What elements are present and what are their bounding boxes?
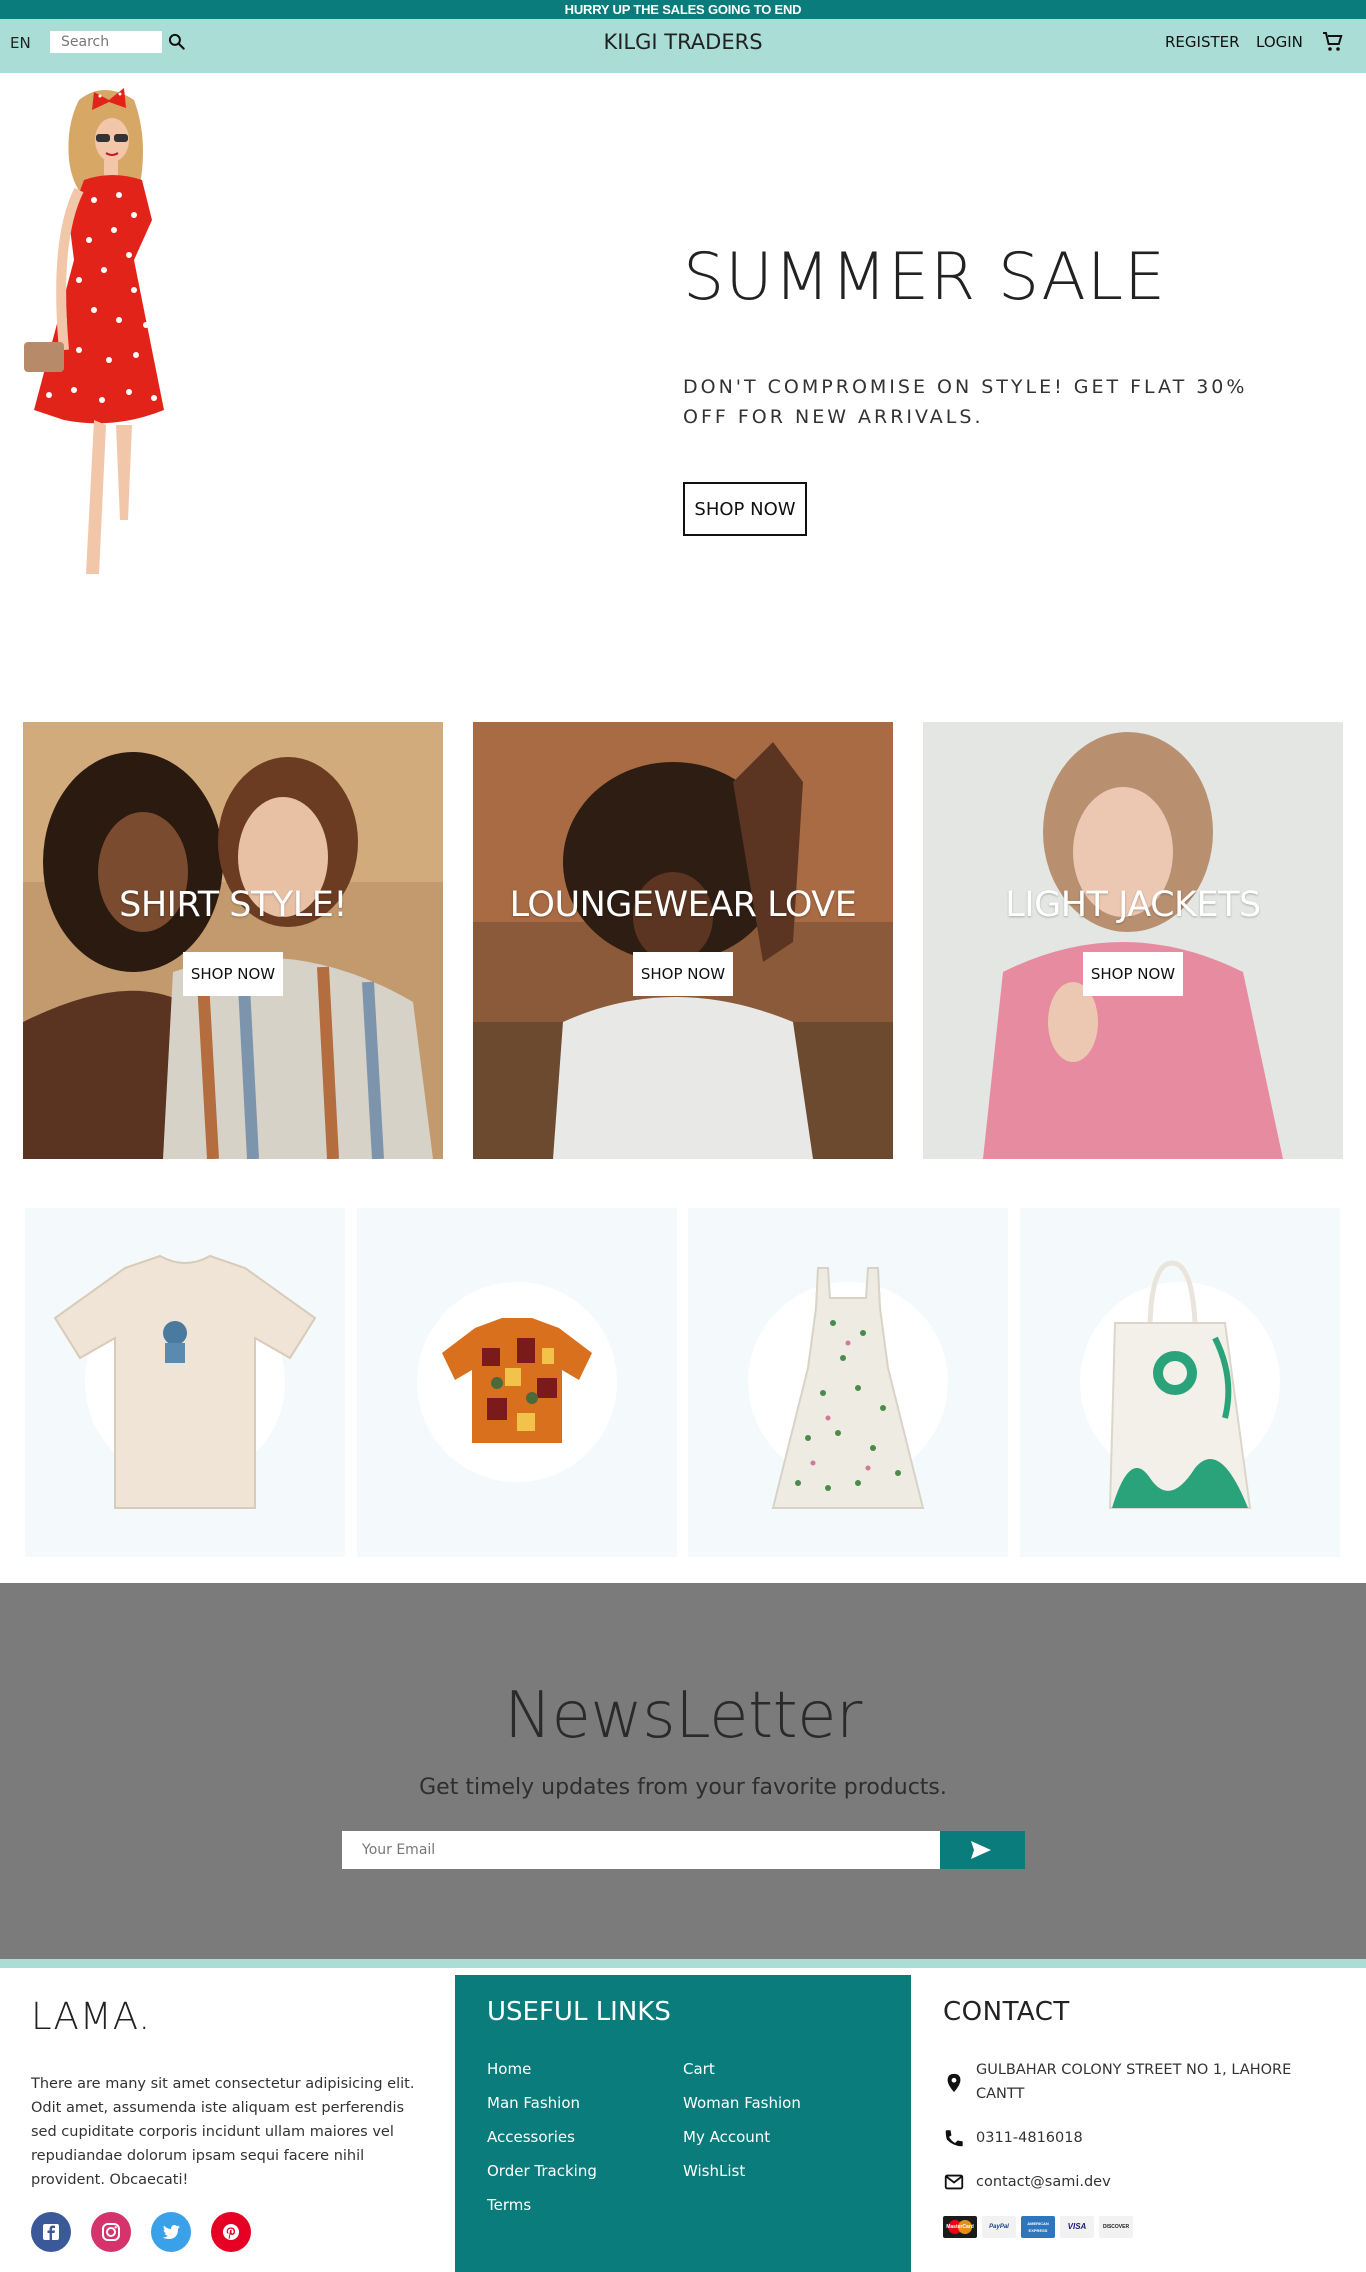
- twitter-icon[interactable]: [151, 2212, 191, 2252]
- newsletter-section: NewsLetter Get timely updates from your …: [0, 1583, 1366, 1959]
- floral-dress-image: [771, 1267, 925, 1509]
- category-shop-now-button-loungewear-love[interactable]: SHOP NOW: [633, 952, 733, 996]
- category-shop-now-button-shirt-style[interactable]: SHOP NOW: [183, 952, 283, 996]
- footer-link-order-tracking[interactable]: Order Tracking: [487, 2162, 597, 2180]
- login-link[interactable]: LOGIN: [1256, 33, 1303, 51]
- footer-logo[interactable]: LAMA.: [31, 1995, 151, 2038]
- contact-email[interactable]: contact@sami.dev: [976, 2170, 1111, 2194]
- tshirt-image: [53, 1254, 317, 1509]
- useful-links-panel: USEFUL LINKS Home Man Fashion Accessorie…: [455, 1975, 911, 2272]
- footer-description: There are many sit amet consectetur adip…: [31, 2076, 415, 2188]
- product-card-printed-shirt[interactable]: [357, 1208, 677, 1557]
- instagram-icon[interactable]: [91, 2212, 131, 2252]
- search-input[interactable]: [50, 31, 162, 53]
- footer-link-woman-fashion[interactable]: Woman Fashion: [683, 2094, 801, 2112]
- search-container: [50, 29, 188, 55]
- mastercard-icon: MasterCard: [943, 2216, 977, 2238]
- contact-phone[interactable]: 0311-4816018: [976, 2126, 1083, 2150]
- brand-logo[interactable]: KILGI TRADERS: [603, 30, 762, 54]
- footer-link-man-fashion[interactable]: Man Fashion: [487, 2094, 580, 2112]
- footer-link-accessories[interactable]: Accessories: [487, 2128, 575, 2146]
- announcement-bar: HURRY UP THE SALES GOING TO END: [0, 0, 1366, 19]
- product-card-tote-bag[interactable]: [1020, 1208, 1340, 1557]
- category-image-loungewear-love: [473, 722, 893, 1159]
- category-card-shirt-style[interactable]: SHIRT STYLE! SHOP NOW: [23, 722, 443, 1159]
- paypal-icon: PayPal: [982, 2216, 1016, 2238]
- pinterest-icon[interactable]: [211, 2212, 251, 2252]
- newsletter-title: NewsLetter: [504, 1679, 862, 1753]
- category-title-light-jackets: LIGHT JACKETS: [1005, 885, 1261, 925]
- discover-icon: DISCOVER: [1099, 2216, 1133, 2238]
- footer-link-cart[interactable]: Cart: [683, 2060, 715, 2078]
- footer-link-my-account[interactable]: My Account: [683, 2128, 770, 2146]
- hero-title: SUMMER SALE: [683, 240, 1167, 315]
- useful-links-title: USEFUL LINKS: [487, 1997, 671, 2027]
- navbar: EN KILGI TRADERS REGISTER LOGIN: [0, 19, 1366, 73]
- american-express-icon: AMERICAN EXPRESS: [1021, 2216, 1055, 2238]
- newsletter-send-button[interactable]: [940, 1831, 1025, 1869]
- category-card-loungewear-love[interactable]: LOUNGEWEAR LOVE SHOP NOW: [473, 722, 893, 1159]
- mail-icon: [944, 2174, 964, 2190]
- footer-link-home[interactable]: Home: [487, 2060, 531, 2078]
- register-link[interactable]: REGISTER: [1165, 33, 1240, 51]
- category-title-loungewear-love: LOUNGEWEAR LOVE: [509, 885, 857, 925]
- footer-divider: [0, 1959, 1366, 1968]
- footer-link-wishlist[interactable]: WishList: [683, 2162, 745, 2180]
- category-image-light-jackets: [923, 722, 1343, 1159]
- printed-shirt-image: [442, 1318, 592, 1443]
- brand-container: KILGI TRADERS: [0, 30, 1366, 54]
- contact-address: GULBAHAR COLONY STREET NO 1, LAHORE CANT…: [976, 2062, 1292, 2102]
- search-icon[interactable]: [167, 32, 187, 52]
- newsletter-email-input[interactable]: [342, 1831, 940, 1869]
- tote-bag-image: [1108, 1260, 1252, 1509]
- footer-link-terms[interactable]: Terms: [487, 2196, 531, 2214]
- location-pin-icon: [947, 2073, 961, 2093]
- hero-description: DON'T COMPROMISE ON STYLE! GET FLAT 30% …: [683, 376, 1248, 428]
- facebook-icon[interactable]: [31, 2212, 71, 2252]
- category-card-light-jackets[interactable]: LIGHT JACKETS SHOP NOW: [923, 722, 1343, 1159]
- visa-icon: VISA: [1060, 2216, 1094, 2238]
- send-icon: [971, 1841, 991, 1859]
- contact-title: CONTACT: [943, 1997, 1070, 2027]
- hero-model-image: [24, 88, 164, 574]
- language-selector[interactable]: EN: [10, 34, 31, 52]
- category-title-shirt-style: SHIRT STYLE!: [119, 885, 347, 925]
- announcement-text: HURRY UP THE SALES GOING TO END: [564, 2, 802, 17]
- product-card-tshirt[interactable]: [25, 1208, 345, 1557]
- newsletter-description: Get timely updates from your favorite pr…: [419, 1775, 947, 1800]
- category-image-shirt-style: [23, 722, 443, 1159]
- phone-icon: [945, 2130, 963, 2147]
- product-card-floral-dress[interactable]: [688, 1208, 1008, 1557]
- category-shop-now-button-light-jackets[interactable]: SHOP NOW: [1083, 952, 1183, 996]
- cart-icon[interactable]: [1321, 30, 1345, 54]
- hero-shop-now-button[interactable]: SHOP NOW: [683, 482, 807, 536]
